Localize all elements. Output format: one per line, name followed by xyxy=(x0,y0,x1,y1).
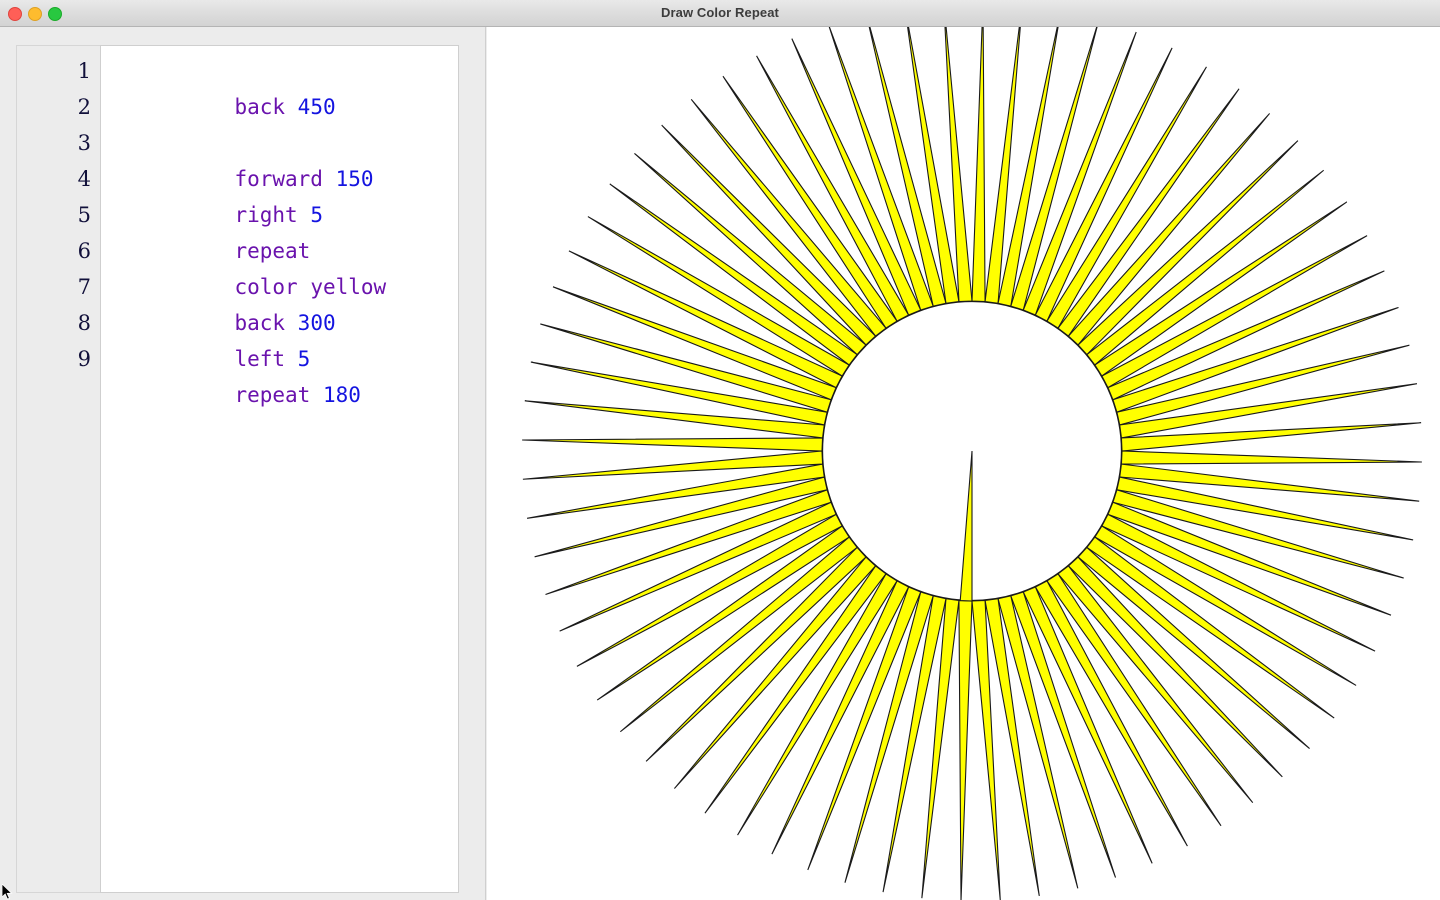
code-keyword: back xyxy=(234,311,286,335)
code-argument: 150 xyxy=(335,167,374,191)
code-argument: yellow xyxy=(310,275,387,299)
drawing-canvas-pane xyxy=(487,27,1440,900)
sunburst-spike xyxy=(1086,169,1325,366)
title-bar: Draw Color Repeat xyxy=(0,0,1440,27)
line-number: 6 xyxy=(77,239,91,263)
sunburst-spike xyxy=(1086,536,1335,719)
code-keyword: left xyxy=(234,347,286,371)
sunburst-spike xyxy=(690,98,887,337)
line-number: 2 xyxy=(77,95,91,119)
sunburst-spike xyxy=(596,525,850,701)
code-keyword: repeat xyxy=(234,239,311,263)
code-keyword: back xyxy=(234,95,286,119)
sunburst-spike xyxy=(958,599,973,900)
line-number: 9 xyxy=(77,347,91,371)
code-argument: 300 xyxy=(297,311,336,335)
code-argument: 180 xyxy=(322,383,361,407)
sunburst-spike xyxy=(722,75,898,329)
sunburst-spike xyxy=(1057,565,1254,804)
application-window: Draw Color Repeat 1 2 3 4 5 6 7 8 9 back… xyxy=(0,0,1440,900)
code-keyword: right xyxy=(234,203,298,227)
line-number: 8 xyxy=(77,311,91,335)
sunburst-spike xyxy=(1094,201,1348,377)
code-keyword: color xyxy=(234,275,298,299)
code-argument: 5 xyxy=(310,203,323,227)
line-number: 5 xyxy=(77,203,91,227)
code-text-area[interactable]: back 450 forward 150 right 5 repeat colo… xyxy=(100,45,459,893)
window-title: Draw Color Repeat xyxy=(660,5,779,20)
code-keyword: forward xyxy=(234,167,323,191)
sunburst-spike xyxy=(1120,450,1422,465)
line-number: 1 xyxy=(77,59,91,83)
line-number: 7 xyxy=(77,275,91,299)
sunburst-spike xyxy=(1057,88,1240,337)
code-editor[interactable]: 1 2 3 4 5 6 7 8 9 back 450 forward 150 r… xyxy=(16,45,459,893)
sunburst-spike xyxy=(609,183,858,366)
line-number: 3 xyxy=(77,131,91,155)
sunburst-spike xyxy=(522,437,824,452)
editor-pane: 1 2 3 4 5 6 7 8 9 back 450 forward 150 r… xyxy=(0,27,486,900)
sunburst-spike xyxy=(971,27,986,303)
sunburst-spike xyxy=(619,536,858,733)
line-number-gutter: 1 2 3 4 5 6 7 8 9 xyxy=(16,45,100,893)
code-argument: 450 xyxy=(297,95,336,119)
sunburst-spike xyxy=(1046,573,1222,827)
code-argument: 5 xyxy=(297,347,311,371)
sunburst-spike xyxy=(704,565,887,814)
code-line[interactable]: back 450 xyxy=(108,53,458,119)
line-number: 4 xyxy=(77,167,91,191)
turtle-sunburst-drawing xyxy=(522,27,1422,900)
code-keyword: repeat xyxy=(234,383,311,407)
